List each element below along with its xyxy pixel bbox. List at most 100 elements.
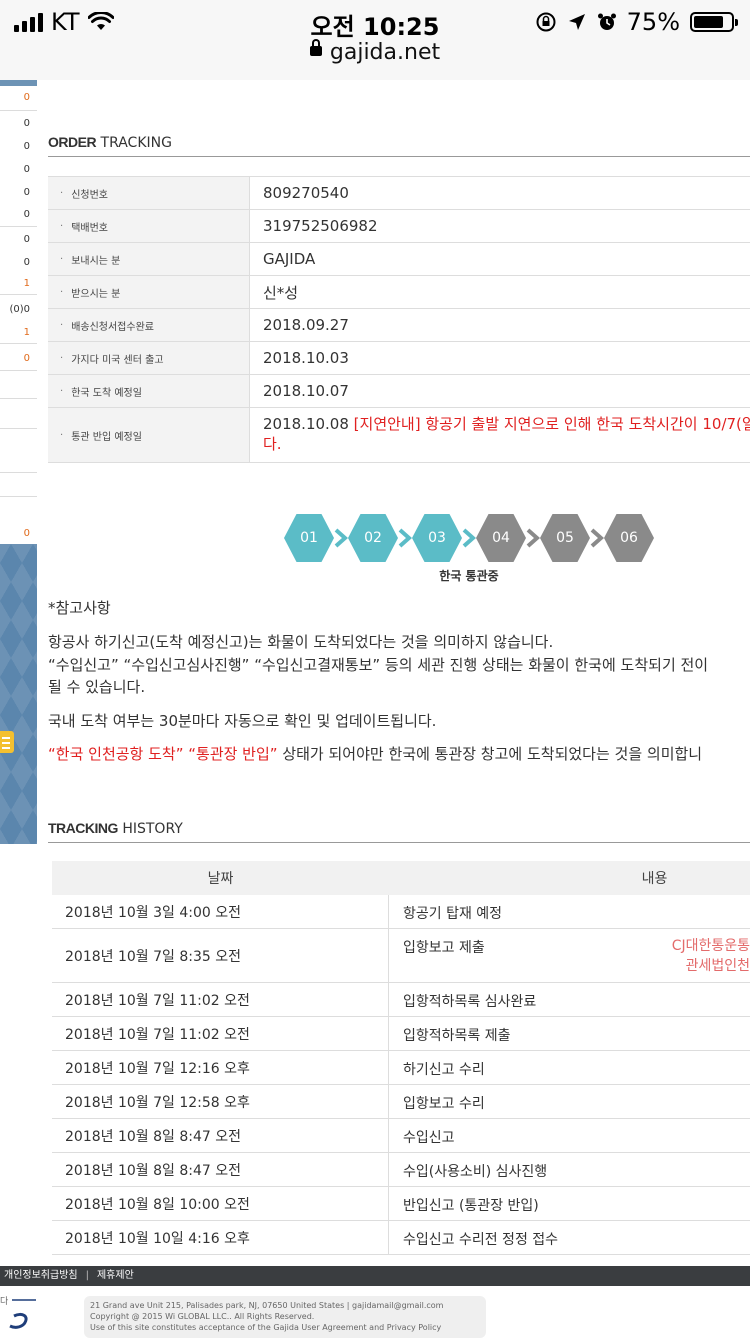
chevron-right-icon: [526, 528, 540, 548]
footer-agreement: Use of this site constitutes acceptance …: [90, 1323, 442, 1332]
history-content: 입항보고 제출: [403, 940, 485, 956]
sidebar-count: 0: [23, 257, 30, 268]
table-row: 2018년 10월 8일 10:00 오전 반입신고 (통관장 반입): [52, 1187, 750, 1221]
order-value: 2018.09.27: [263, 316, 349, 334]
memo-icon[interactable]: [0, 731, 14, 753]
sidebar-count: 0: [23, 209, 30, 220]
history-content: 하기신고 수리: [403, 1062, 485, 1078]
order-value: GAJIDA: [263, 250, 316, 268]
history-date: 2018년 10월 7일 11:02 오전: [52, 983, 389, 1016]
delay-notice: [지연안내] 항공기 출발 지연으로 인해 한국 도착시간이 10/7(일) 1: [353, 415, 750, 433]
order-value: 2018.10.03: [263, 349, 349, 367]
footer-links: 개인정보취급방침 | 제휴제안: [0, 1266, 750, 1286]
order-value: 809270540: [263, 184, 349, 202]
chevron-right-icon: [462, 528, 476, 548]
history-content: 수입신고: [403, 1130, 455, 1146]
status-bar: KT 오전 10:25 75% gajida.net: [0, 0, 750, 80]
chevron-right-icon: [334, 528, 348, 548]
status-icons: 75%: [535, 8, 738, 36]
sidebar-count: 0: [23, 118, 30, 129]
sidebar-top-strip: [0, 80, 37, 86]
order-label: 택배번호: [71, 222, 108, 234]
url-text: gajida.net: [329, 40, 441, 65]
order-label: 가지다 미국 센터 출고: [71, 354, 164, 366]
order-row: · 택배번호 319752506982: [48, 210, 750, 243]
table-row: 2018년 10월 7일 11:02 오전 입항적하목록 심사완료: [52, 983, 750, 1017]
history-content: 입항보고 수리: [403, 1096, 485, 1112]
order-label: 받으시는 분: [71, 288, 121, 300]
notes-line: 국내 도착 여부는 30분마다 자동으로 확인 및 업데이트됩니다.: [48, 712, 437, 730]
notes-line: “수입신고” “수입신고심사진행” “수입신고결재통보” 등의 세관 진행 상태…: [48, 656, 709, 674]
history-date: 2018년 10월 7일 11:02 오전: [52, 1017, 389, 1050]
sidebar-count: 0: [23, 92, 30, 103]
notes-line: 될 수 있습니다.: [48, 678, 146, 696]
sidebar-banner: [0, 544, 37, 844]
table-row: 2018년 10월 8일 8:47 오전 수입신고: [52, 1119, 750, 1153]
column-header-date: 날짜: [207, 871, 234, 887]
history-date: 2018년 10월 3일 4:00 오전: [52, 895, 389, 928]
address-bar[interactable]: gajida.net: [0, 39, 750, 65]
step-4: 04: [476, 514, 526, 562]
tracking-history-heading: TRACKING HISTORY: [48, 820, 750, 843]
history-date: 2018년 10월 8일 8:47 오전: [52, 1119, 389, 1152]
order-row: · 한국 도착 예정일 2018.10.07: [48, 375, 750, 408]
sidebar-count: 1: [23, 327, 30, 338]
history-date: 2018년 10월 10일 4:16 오후: [52, 1221, 389, 1254]
delay-notice-cont: 다.: [263, 435, 282, 453]
location-icon: [568, 14, 585, 30]
step-5: 05: [540, 514, 590, 562]
left-sidebar: 0 0 0 0 0 0 0 0 1 (0)0 1 0 0: [0, 80, 37, 1266]
history-content: 입항적하목록 심사완료: [403, 994, 537, 1010]
table-header: 날짜 내용: [52, 861, 750, 895]
table-row: 2018년 10월 7일 8:35 오전 입항보고 제출 CJ대한통운통 관세법…: [52, 929, 750, 983]
privacy-policy-link[interactable]: 개인정보취급방침: [4, 1270, 78, 1281]
sidebar-count: 0: [23, 187, 30, 198]
footer-copyright: Copyright @ 2015 Wi GLOBAL LLC.. All Rig…: [90, 1312, 315, 1321]
order-label: 한국 도착 예정일: [71, 387, 142, 399]
order-label: 신청번호: [71, 189, 108, 201]
order-tracking-heading: ORDER TRACKING: [48, 134, 750, 157]
history-content: 수입신고 수리전 정정 접수: [403, 1232, 559, 1248]
order-value: 2018.10.07: [263, 382, 349, 400]
current-step-label: 한국 통관중: [439, 569, 499, 583]
chevron-right-icon: [398, 528, 412, 548]
table-row: 2018년 10월 7일 12:58 오후 입항보고 수리: [52, 1085, 750, 1119]
order-row: · 보내시는 분 GAJIDA: [48, 243, 750, 276]
order-tracking-table: · 신청번호 809270540 · 택배번호 319752506982 · 보내시는…: [48, 176, 750, 463]
notes-line: “한국 인천공항 도착” “통관장 반입” 상태가 되어야만 한국에 통관장 창…: [48, 745, 703, 763]
tracking-history-table: 날짜 내용 2018년 10월 3일 4:00 오전 항공기 탑재 예정 201…: [52, 861, 750, 1255]
step-3: 03: [412, 514, 462, 562]
footer-info: 21 Grand ave Unit 215, Palisades park, N…: [84, 1296, 486, 1338]
column-header-content: 내용: [641, 871, 668, 887]
table-row: 2018년 10월 10일 4:16 오후 수입신고 수리전 정정 접수: [52, 1221, 750, 1255]
partnership-link[interactable]: 제휴제안: [97, 1270, 134, 1281]
order-value: 신*성: [263, 283, 299, 302]
order-row: · 통관 반입 예정일 2018.10.08 [지연안내] 항공기 출발 지연으로…: [48, 408, 750, 463]
sidebar-count: 1: [23, 278, 30, 289]
history-date: 2018년 10월 7일 8:35 오전: [52, 929, 389, 982]
history-location: CJ대한통운통 관세법인천: [671, 938, 750, 974]
footer-logo: 다: [0, 1294, 40, 1334]
order-row: · 배송신청서접수완료 2018.09.27: [48, 309, 750, 342]
order-label: 통관 반입 예정일: [71, 431, 142, 443]
step-1: 01: [284, 514, 334, 562]
history-date: 2018년 10월 7일 12:16 오후: [52, 1051, 389, 1084]
sidebar-count: 0: [23, 164, 30, 175]
history-content: 수입(사용소비) 심사진행: [403, 1164, 548, 1180]
alarm-icon: [597, 13, 616, 30]
rotation-lock-icon: [536, 12, 556, 32]
history-content: 반입신고 (통관장 반입): [403, 1198, 539, 1214]
chevron-right-icon: [590, 528, 604, 548]
history-date: 2018년 10월 7일 12:58 오후: [52, 1085, 389, 1118]
table-row: 2018년 10월 8일 8:47 오전 수입(사용소비) 심사진행: [52, 1153, 750, 1187]
battery-percent: 75%: [626, 8, 680, 36]
order-value: 2018.10.08 [지연안내] 항공기 출발 지연으로 인해 한국 도착시간…: [250, 408, 750, 462]
footer-address: 21 Grand ave Unit 215, Palisades park, N…: [90, 1301, 444, 1310]
table-row: 2018년 10월 7일 12:16 오후 하기신고 수리: [52, 1051, 750, 1085]
battery-icon: [690, 12, 738, 32]
sidebar-count: 0: [23, 528, 30, 539]
order-label: 배송신청서접수완료: [71, 321, 154, 333]
footer-logo-text: 다: [0, 1297, 9, 1307]
sidebar-count: 0: [23, 234, 30, 245]
order-value: 319752506982: [263, 217, 378, 235]
